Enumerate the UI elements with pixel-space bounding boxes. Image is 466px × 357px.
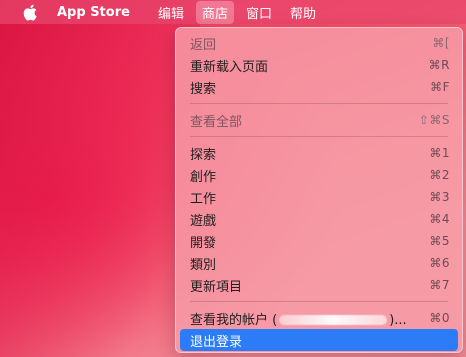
account-label-suffix: )... bbox=[389, 312, 407, 328]
menu-item-search[interactable]: 搜索 ⌘F bbox=[180, 76, 458, 98]
shortcut-label: ⌘3 bbox=[429, 190, 450, 204]
menu-edit[interactable]: 编辑 bbox=[152, 1, 190, 24]
menu-separator bbox=[190, 136, 448, 137]
shortcut-label: ⌘[ bbox=[432, 36, 450, 50]
shortcut-label: ⌘2 bbox=[429, 168, 450, 182]
menu-item-label: 開發 bbox=[190, 235, 217, 251]
shortcut-label: ⌘1 bbox=[429, 146, 450, 160]
menu-item-updates[interactable]: 更新項目 ⌘7 bbox=[180, 274, 458, 296]
menu-item-label: 更新項目 bbox=[190, 279, 243, 295]
menu-item-label: 查看全部 bbox=[190, 114, 243, 130]
menu-item-reload[interactable]: 重新载入页面 ⌘R bbox=[180, 54, 458, 76]
menu-store[interactable]: 商店 bbox=[195, 0, 234, 24]
account-label-prefix: 查看我的帐户 ( bbox=[190, 312, 278, 328]
shortcut-label: ⌘5 bbox=[429, 234, 450, 248]
wallpaper-shade bbox=[0, 0, 200, 357]
shortcut-label: ⌘0 bbox=[429, 311, 450, 325]
menu-item-back: 返回 ⌘[ bbox=[180, 32, 458, 54]
store-dropdown-menu: 返回 ⌘[ 重新载入页面 ⌘R 搜索 ⌘F 查看全部 ⇧⌘S 探索 ⌘1 創作 … bbox=[175, 27, 463, 353]
menu-bar: App Store 编辑 商店 窗口 帮助 bbox=[0, 0, 466, 24]
menu-item-label: 遊戲 bbox=[190, 213, 217, 229]
menu-item-label: 查看我的帐户 ()... bbox=[190, 309, 407, 328]
shortcut-label: ⌘6 bbox=[429, 256, 450, 270]
menu-item-label: 退出登录 bbox=[190, 334, 243, 350]
shortcut-label: ⌘R bbox=[428, 58, 450, 72]
menu-separator bbox=[190, 103, 448, 104]
menu-help[interactable]: 帮助 bbox=[284, 1, 322, 24]
menu-item-label: 類別 bbox=[190, 257, 217, 273]
apple-logo-icon[interactable] bbox=[22, 4, 38, 21]
shortcut-label: ⇧⌘S bbox=[418, 113, 450, 127]
app-name-menu[interactable]: App Store bbox=[57, 5, 130, 20]
menu-item-label: 工作 bbox=[190, 191, 217, 207]
menu-item-develop[interactable]: 開發 ⌘5 bbox=[180, 230, 458, 252]
menu-item-label: 返回 bbox=[190, 37, 217, 53]
menu-item-label: 探索 bbox=[190, 147, 217, 163]
menu-item-view-all: 查看全部 ⇧⌘S bbox=[180, 109, 458, 131]
menu-item-view-account[interactable]: 查看我的帐户 ()... ⌘0 bbox=[180, 307, 458, 329]
menu-item-play[interactable]: 遊戲 ⌘4 bbox=[180, 208, 458, 230]
menu-item-label: 重新载入页面 bbox=[190, 59, 269, 75]
menu-item-label: 創作 bbox=[190, 169, 217, 185]
shortcut-label: ⌘7 bbox=[429, 278, 450, 292]
shortcut-label: ⌘F bbox=[430, 80, 450, 94]
menu-item-create[interactable]: 創作 ⌘2 bbox=[180, 164, 458, 186]
menu-window[interactable]: 窗口 bbox=[240, 1, 278, 24]
shortcut-label: ⌘4 bbox=[429, 212, 450, 226]
menu-separator bbox=[190, 301, 448, 302]
redacted-email bbox=[279, 315, 388, 325]
menu-item-sign-out[interactable]: 退出登录 bbox=[180, 329, 458, 351]
menu-item-discover[interactable]: 探索 ⌘1 bbox=[180, 142, 458, 164]
menu-item-label: 搜索 bbox=[190, 81, 217, 97]
menu-item-categories[interactable]: 類別 ⌘6 bbox=[180, 252, 458, 274]
menu-item-work[interactable]: 工作 ⌘3 bbox=[180, 186, 458, 208]
